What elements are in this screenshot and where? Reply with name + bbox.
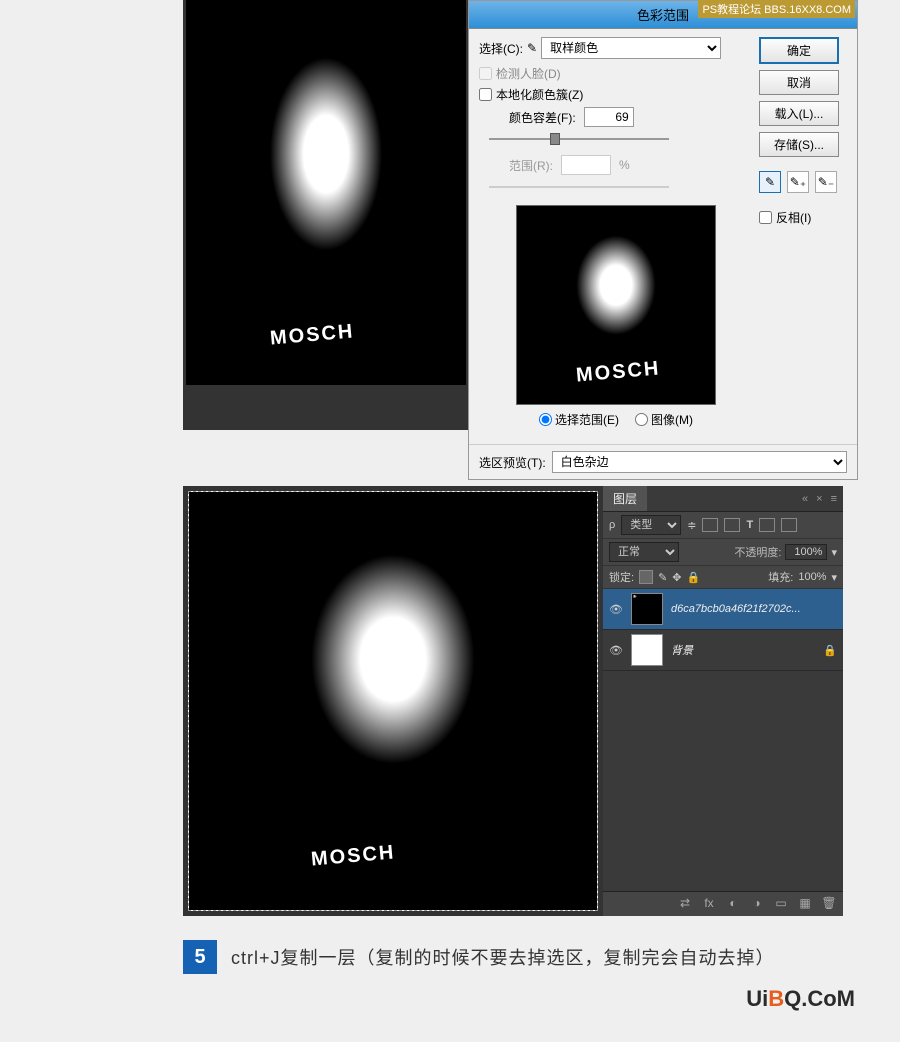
opacity-label: 不透明度:: [734, 544, 781, 560]
chevron-down-icon[interactable]: ▾: [831, 546, 837, 559]
range-slider: [489, 177, 669, 197]
layer-thumbnail[interactable]: [631, 593, 663, 625]
lock-move-icon[interactable]: ✥: [672, 571, 681, 584]
localized-checkbox[interactable]: [479, 88, 492, 101]
fuzziness-input[interactable]: [584, 107, 634, 127]
chevron-left-icon[interactable]: «: [802, 493, 808, 505]
invert-checkbox[interactable]: [759, 211, 772, 224]
filter-shape-icon[interactable]: [759, 518, 775, 532]
filter-pixel-icon[interactable]: [702, 518, 718, 532]
layer-item[interactable]: 👁 背景 🔒: [603, 630, 843, 671]
blend-mode-dropdown[interactable]: 正常: [609, 542, 679, 562]
fuzziness-slider[interactable]: [489, 129, 669, 149]
invert-label: 反相(I): [776, 209, 811, 226]
layer-item[interactable]: 👁 d6ca7bcb0a46f21f2702c...: [603, 589, 843, 630]
group-icon[interactable]: ▭: [773, 896, 789, 912]
selection-preview-label: 选区预览(T):: [479, 454, 546, 471]
save-button[interactable]: 存储(S)...: [759, 132, 839, 157]
eyedropper-sub-icon[interactable]: ✎₋: [815, 171, 837, 193]
adjustment-layer-icon[interactable]: ◑: [749, 896, 765, 912]
lock-icon: 🔒: [823, 644, 837, 657]
load-button[interactable]: 载入(L)...: [759, 101, 839, 126]
cancel-button[interactable]: 取消: [759, 70, 839, 95]
filter-type-icon[interactable]: T: [746, 519, 753, 531]
document-preview-left: [183, 0, 468, 430]
radio-selection[interactable]: 选择范围(E): [539, 411, 619, 428]
layer-name[interactable]: 背景: [671, 642, 815, 658]
selection-preview: [516, 205, 716, 405]
lock-all-icon[interactable]: 🔒: [687, 571, 701, 584]
visibility-icon[interactable]: 👁: [609, 603, 623, 616]
range-input: [561, 155, 611, 175]
range-unit: %: [619, 158, 630, 172]
new-layer-icon[interactable]: ▦: [797, 896, 813, 912]
detect-faces-checkbox: [479, 67, 492, 80]
filter-adjust-icon[interactable]: [724, 518, 740, 532]
close-icon[interactable]: ×: [816, 493, 822, 505]
link-layers-icon[interactable]: ⇄: [677, 896, 693, 912]
fuzziness-label: 颜色容差(F):: [509, 109, 576, 126]
color-range-dialog: 色彩范围 选择(C): ✎ 取样颜色 检测人脸(D) 本地化颜色簇(Z): [468, 0, 858, 480]
layers-panel: 图层 « × ≡ ρ 类型 ≑ T 正常 不透明度: 100% ▾ 锁定:: [603, 486, 843, 916]
portrait-image: [186, 0, 466, 385]
range-label: 范围(R):: [509, 157, 553, 174]
filter-smart-icon[interactable]: [781, 518, 797, 532]
fill-value[interactable]: 100%: [798, 571, 826, 583]
eyedropper-icon: ✎: [527, 41, 537, 55]
watermark: PS教程论坛 BBS.16XX8.COM: [698, 0, 855, 18]
step-number: 5: [183, 940, 217, 974]
layer-mask-icon[interactable]: ◐: [725, 896, 741, 912]
portrait-image: [189, 492, 597, 910]
eyedropper-add-icon[interactable]: ✎₊: [787, 171, 809, 193]
lock-label: 锁定:: [609, 569, 634, 585]
detect-faces-label: 检测人脸(D): [496, 65, 561, 82]
trash-icon[interactable]: 🗑: [821, 896, 837, 912]
select-dropdown[interactable]: 取样颜色: [541, 37, 721, 59]
fill-label: 填充:: [768, 569, 793, 585]
layer-fx-icon[interactable]: fx: [701, 896, 717, 912]
logo: UiBQ.CoM: [0, 986, 855, 1012]
panel-menu-icon[interactable]: ≡: [831, 493, 837, 505]
select-label: 选择(C):: [479, 40, 523, 57]
chevron-icon: ≑: [687, 519, 696, 532]
layers-tab[interactable]: 图层: [603, 486, 647, 511]
ok-button[interactable]: 确定: [759, 37, 839, 64]
opacity-value[interactable]: 100%: [785, 544, 827, 560]
lock-brush-icon[interactable]: ✎: [658, 571, 667, 584]
filter-type-dropdown[interactable]: 类型: [621, 515, 681, 535]
layer-name[interactable]: d6ca7bcb0a46f21f2702c...: [671, 603, 837, 615]
chevron-down-icon[interactable]: ▾: [831, 571, 837, 584]
layer-list: 👁 d6ca7bcb0a46f21f2702c... 👁 背景 🔒: [603, 589, 843, 891]
localized-label: 本地化颜色簇(Z): [496, 86, 583, 103]
selection-preview-dropdown[interactable]: 白色杂边: [552, 451, 847, 473]
visibility-icon[interactable]: 👁: [609, 644, 623, 657]
layer-thumbnail[interactable]: [631, 634, 663, 666]
step-text: ctrl+J复制一层（复制的时候不要去掉选区，复制完会自动去掉）: [231, 940, 853, 976]
eyedropper-icon[interactable]: ✎: [759, 171, 781, 193]
document-canvas[interactable]: [183, 486, 603, 916]
radio-image[interactable]: 图像(M): [635, 411, 693, 428]
lock-transparent-icon[interactable]: [639, 570, 653, 584]
